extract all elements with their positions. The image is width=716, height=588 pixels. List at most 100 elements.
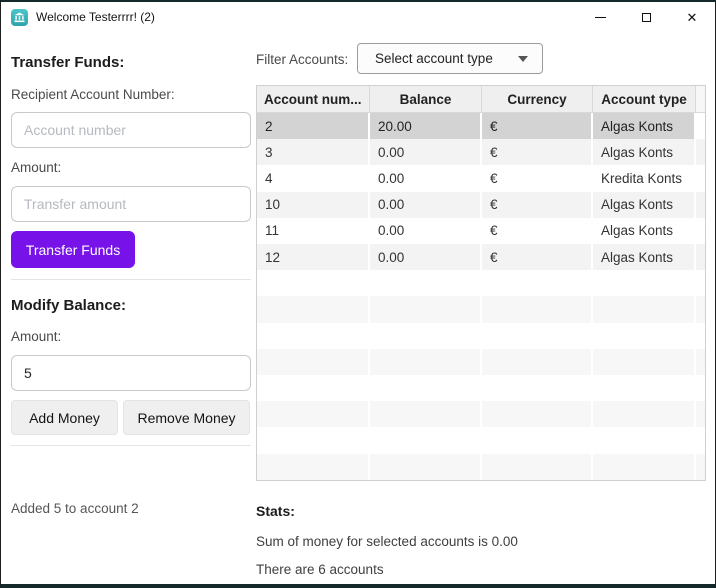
table-cell: [370, 348, 482, 376]
table-cell: [482, 322, 593, 349]
account-type-dropdown[interactable]: Select account type: [357, 43, 543, 74]
minimize-button[interactable]: [577, 2, 623, 32]
table-cell: [370, 322, 482, 349]
add-money-button[interactable]: Add Money: [11, 400, 118, 435]
table-row-account-11[interactable]: 11 0.00 € Algas Konts: [257, 217, 705, 245]
table-cell: [482, 270, 593, 297]
table-cell: [257, 348, 370, 376]
table-cell: 11: [257, 217, 370, 245]
minimize-icon: [594, 16, 606, 18]
table-row-account-12[interactable]: 12 0.00 € Algas Konts: [257, 244, 705, 271]
table-cell: Algas Konts: [593, 113, 696, 140]
table-row-account-10[interactable]: 10 0.00 € Algas Konts: [257, 191, 705, 218]
table-cell: 0.00: [370, 165, 482, 192]
table-cell: 12: [257, 244, 370, 271]
table-row-account-4[interactable]: 4 0.00 € Kredita Konts: [257, 165, 705, 192]
column-header-1[interactable]: Balance: [370, 86, 482, 113]
table-cell-filler: [696, 375, 705, 401]
left-divider-1: [11, 279, 251, 280]
table-cell-filler: [696, 401, 705, 428]
table-row-empty[interactable]: [257, 427, 705, 454]
table-cell: 0.00: [370, 244, 482, 271]
recipient-account-input[interactable]: [11, 112, 251, 148]
table-cell: 0.00: [370, 139, 482, 166]
table-cell-filler: [696, 113, 705, 140]
table-cell: [593, 453, 696, 480]
window-controls: ✕: [577, 2, 715, 32]
column-header-2[interactable]: Currency: [482, 86, 593, 113]
table-cell: [257, 427, 370, 454]
table-cell: 0.00: [370, 191, 482, 218]
modify-amount-input[interactable]: [11, 355, 251, 391]
table-cell: 2: [257, 113, 370, 140]
table-cell: [257, 296, 370, 323]
close-button[interactable]: ✕: [669, 2, 715, 32]
table-cell: [370, 453, 482, 480]
table-row-empty[interactable]: [257, 296, 705, 323]
table-row-empty[interactable]: [257, 322, 705, 349]
table-cell: [482, 348, 593, 376]
table-cell: 0.00: [370, 217, 482, 245]
table-row-empty[interactable]: [257, 401, 705, 428]
stats-count-line: There are 6 accounts: [256, 562, 384, 577]
table-row-account-2[interactable]: 2 20.00 € Algas Konts: [257, 113, 705, 140]
table-cell: [370, 375, 482, 402]
table-cell: [593, 296, 696, 323]
table-cell: [482, 401, 593, 428]
table-row-empty[interactable]: [257, 348, 705, 376]
table-row-empty[interactable]: [257, 375, 705, 402]
column-header-0[interactable]: Account num...: [257, 86, 370, 113]
table-cell-filler: [696, 296, 705, 323]
table-cell-filler: [696, 191, 705, 218]
table-cell: €: [482, 113, 593, 140]
table-cell-filler: [696, 323, 705, 349]
table-row-empty[interactable]: [257, 270, 705, 297]
table-cell: Algas Konts: [593, 244, 696, 271]
filter-accounts-label: Filter Accounts:: [256, 52, 349, 67]
table-cell: [593, 401, 696, 428]
table-cell-filler: [696, 348, 705, 376]
table-cell-filler: [696, 244, 705, 271]
table-cell: Algas Konts: [593, 139, 696, 166]
table-cell: [482, 296, 593, 323]
table-cell-filler: [696, 270, 705, 296]
window-title: Welcome Testerrrr! (2): [36, 10, 155, 24]
table-cell: [482, 375, 593, 402]
modify-amount-label: Amount:: [11, 329, 62, 344]
account-type-dropdown-value: Select account type: [375, 51, 493, 66]
table-row-empty[interactable]: [257, 453, 705, 480]
remove-money-button[interactable]: Remove Money: [123, 400, 250, 435]
table-cell: [593, 348, 696, 376]
table-cell: 10: [257, 191, 370, 218]
transfer-funds-button[interactable]: Transfer Funds: [11, 231, 135, 268]
accounts-table: Account num... Balance Currency Account typ…: [256, 85, 706, 481]
table-cell-filler: [696, 218, 705, 244]
table-cell: €: [482, 139, 593, 166]
table-cell: [370, 427, 482, 454]
table-row-account-3[interactable]: 3 0.00 € Algas Konts: [257, 139, 705, 166]
table-cell-filler: [696, 139, 705, 166]
table-cell: [257, 322, 370, 349]
table-cell-filler: [696, 165, 705, 191]
close-icon: ✕: [686, 9, 698, 25]
transfer-funds-heading: Transfer Funds:: [11, 54, 125, 71]
app-window: Welcome Testerrrr! (2) ✕ Transfer Funds:…: [0, 0, 716, 588]
maximize-icon: [641, 12, 651, 22]
table-cell: €: [482, 217, 593, 245]
table-cell: [482, 427, 593, 454]
column-header-filler: [696, 86, 705, 113]
table-cell-filler: [696, 453, 705, 480]
stats-heading: Stats:: [256, 503, 295, 519]
bank-icon: [11, 8, 28, 26]
maximize-button[interactable]: [623, 2, 669, 32]
table-cell: [593, 427, 696, 454]
table-cell: 20.00: [370, 113, 482, 140]
modify-balance-heading: Modify Balance:: [11, 297, 127, 314]
table-cell: [257, 270, 370, 297]
table-cell: Algas Konts: [593, 217, 696, 245]
column-header-3[interactable]: Account type: [593, 86, 696, 113]
accounts-table-header: Account num... Balance Currency Account typ…: [257, 86, 705, 113]
table-cell: 4: [257, 165, 370, 192]
table-cell: €: [482, 165, 593, 192]
transfer-amount-input[interactable]: [11, 186, 251, 222]
